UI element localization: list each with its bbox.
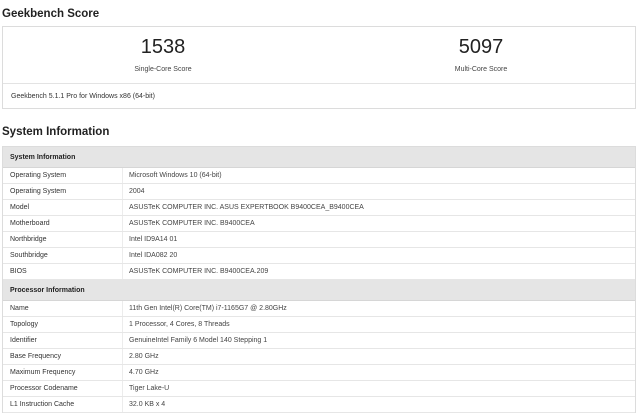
table-row: Identifier GenuineIntel Family 6 Model 1… — [3, 333, 635, 349]
row-key: Topology — [10, 321, 39, 328]
table-row: Topology 1 Processor, 4 Cores, 8 Threads — [3, 317, 635, 333]
row-value: ASUSTeK COMPUTER INC. ASUS EXPERTBOOK B9… — [129, 204, 364, 211]
multi-core-score: 5097 Multi-Core Score — [381, 36, 581, 73]
row-value: 4.70 GHz — [129, 369, 159, 376]
row-key: Operating System — [10, 188, 67, 195]
table-row: Name 11th Gen Intel(R) Core(TM) i7-1165G… — [3, 301, 635, 317]
row-key: Maximum Frequency — [10, 369, 76, 376]
row-key: Southbridge — [10, 252, 48, 259]
divider — [3, 83, 635, 84]
row-value: ASUSTeK COMPUTER INC. B9400CEA.209 — [129, 268, 269, 275]
row-value: 11th Gen Intel(R) Core(TM) i7-1165G7 @ 2… — [129, 305, 287, 312]
table-row: Northbridge Intel ID9A14 01 — [3, 232, 635, 248]
row-key: Motherboard — [10, 220, 50, 227]
row-value: 2004 — [129, 188, 145, 195]
row-value: 32.0 KB x 4 — [129, 401, 166, 408]
group-header-processor-information: Processor Information — [3, 280, 635, 301]
geekbench-version: Geekbench 5.1.1 Pro for Windows x86 (64-… — [11, 93, 155, 100]
table-row: BIOS ASUSTeK COMPUTER INC. B9400CEA.209 — [3, 264, 635, 280]
row-key: Northbridge — [10, 236, 47, 243]
row-key: Model — [10, 204, 30, 211]
single-core-score-value: 1538 — [140, 36, 186, 58]
row-value: GenuineIntel Family 6 Model 140 Stepping… — [129, 337, 268, 344]
table-row: Motherboard ASUSTeK COMPUTER INC. B9400C… — [3, 216, 635, 232]
row-value: Microsoft Windows 10 (64-bit) — [129, 172, 222, 179]
multi-core-score-label: Multi-Core Score — [454, 66, 508, 73]
row-key: Operating System — [10, 172, 67, 179]
table-row: Base Frequency 2.80 GHz — [3, 349, 635, 365]
row-value: 1 Processor, 4 Cores, 8 Threads — [129, 321, 230, 328]
geekbench-score-heading: Geekbench Score — [2, 8, 100, 20]
row-key: Processor Codename — [10, 385, 78, 392]
score-card: 1538 Single-Core Score 5097 Multi-Core S… — [2, 26, 636, 109]
single-core-score: 1538 Single-Core Score — [63, 36, 263, 73]
row-key: Name — [10, 305, 29, 312]
table-row: Model ASUSTeK COMPUTER INC. ASUS EXPERTB… — [3, 200, 635, 216]
row-key: L1 Instruction Cache — [10, 401, 75, 408]
row-key: Identifier — [10, 337, 37, 344]
table-row: Processor Codename Tiger Lake-U — [3, 381, 635, 397]
group-header-system-information: System Information — [3, 147, 635, 168]
system-information-heading: System Information — [2, 126, 110, 138]
table-row: Operating System 2004 — [3, 184, 635, 200]
table-row: Operating System Microsoft Windows 10 (6… — [3, 168, 635, 184]
row-key: BIOS — [10, 268, 27, 275]
row-key: Base Frequency — [10, 353, 61, 360]
row-value: Tiger Lake-U — [129, 385, 170, 392]
multi-core-score-value: 5097 — [458, 36, 504, 58]
single-core-score-label: Single-Core Score — [134, 66, 192, 73]
table-row: Southbridge Intel IDA082 20 — [3, 248, 635, 264]
row-value: 2.80 GHz — [129, 353, 159, 360]
row-value: Intel IDA082 20 — [129, 252, 178, 259]
table-row: Maximum Frequency 4.70 GHz — [3, 365, 635, 381]
system-information-table: System Information Operating System Micr… — [2, 146, 636, 413]
row-value: Intel ID9A14 01 — [129, 236, 178, 243]
row-value: ASUSTeK COMPUTER INC. B9400CEA — [129, 220, 255, 227]
